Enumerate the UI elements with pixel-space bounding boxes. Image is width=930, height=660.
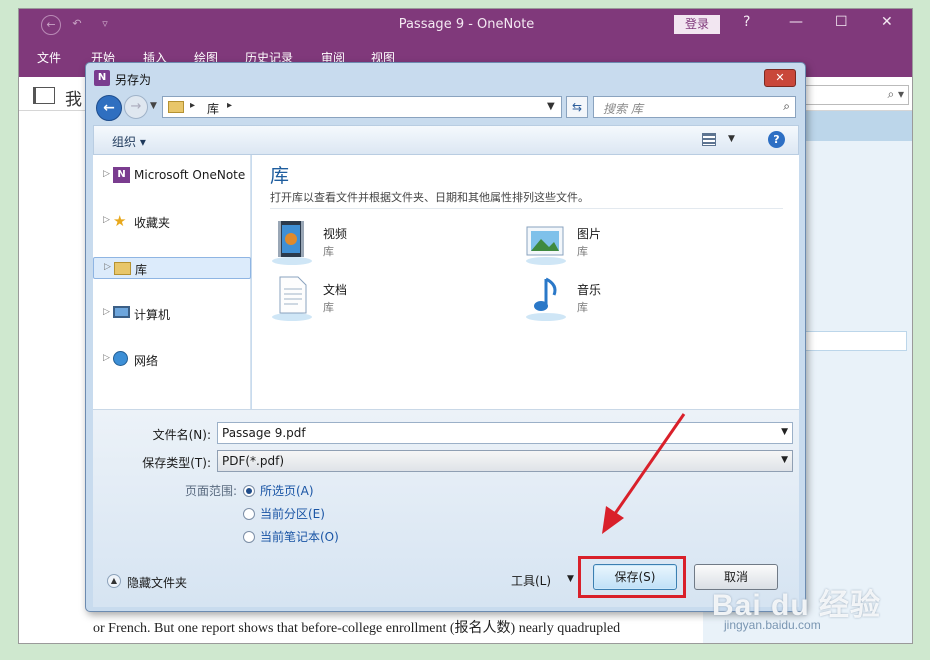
radio-current-section[interactable] bbox=[243, 508, 255, 520]
change-view-icon[interactable] bbox=[702, 133, 716, 146]
baidu-watermark: Bai du 经验 jingyan.baidu.com bbox=[712, 580, 881, 632]
documents-library-icon bbox=[272, 276, 312, 321]
filetype-value: PDF(*.pdf) bbox=[222, 454, 285, 468]
library-item-name: 图片 bbox=[577, 227, 602, 241]
address-bar[interactable]: ▸ 库 ▸ ▼ bbox=[162, 96, 562, 118]
chevron-down-icon[interactable]: ▼ bbox=[567, 574, 574, 584]
collapse-up-icon[interactable]: ▲ bbox=[107, 574, 121, 588]
search-icon[interactable]: ⌕ ▾ bbox=[887, 87, 904, 102]
expand-arrow-icon[interactable]: ▷ bbox=[103, 215, 110, 225]
page-title-field[interactable] bbox=[803, 331, 907, 351]
radio-label[interactable]: 当前分区(E) bbox=[260, 505, 325, 522]
search-input[interactable]: 搜索 库 ⌕ bbox=[593, 96, 796, 118]
hide-folders-toggle[interactable]: 隐藏文件夹 bbox=[127, 574, 187, 591]
library-item-videos[interactable]: 视频 库 bbox=[270, 219, 470, 269]
nav-item-computer[interactable]: ▷ 计算机 bbox=[93, 303, 251, 325]
onenote-titlebar: ← ↶ ▿ Passage 9 - OneNote 登录 ? — ☐ ✕ bbox=[19, 9, 912, 41]
expand-arrow-icon[interactable]: ▷ bbox=[103, 169, 110, 179]
nav-item-network[interactable]: ▷ 网络 bbox=[93, 349, 251, 371]
nav-item-label: 网络 bbox=[134, 354, 159, 368]
nav-item-label: 计算机 bbox=[134, 308, 171, 322]
ribbon-display-icon[interactable]: ? bbox=[743, 14, 750, 30]
radio-label[interactable]: 当前笔记本(O) bbox=[260, 528, 339, 545]
annotation-arrow bbox=[602, 413, 686, 534]
radio-selected-pages[interactable] bbox=[243, 485, 255, 497]
library-item-pictures[interactable]: 图片 库 bbox=[524, 219, 724, 269]
chevron-right-icon[interactable]: ▸ bbox=[227, 100, 232, 111]
dialog-title: 另存为 bbox=[115, 73, 152, 87]
library-item-documents[interactable]: 文档 库 bbox=[270, 275, 470, 325]
nav-item-favorites[interactable]: ▷ ★ 收藏夹 bbox=[93, 211, 251, 233]
filetype-select[interactable]: PDF(*.pdf) ▼ bbox=[217, 450, 793, 472]
library-description: 打开库以查看文件并根据文件夹、日期和其他属性排列这些文件。 bbox=[270, 191, 589, 204]
music-library-icon bbox=[526, 277, 566, 321]
pictures-library-icon bbox=[526, 226, 566, 265]
expand-arrow-icon[interactable]: ▷ bbox=[103, 307, 110, 317]
dialog-close-button[interactable]: ✕ bbox=[764, 69, 796, 87]
library-item-type: 库 bbox=[323, 245, 334, 258]
file-list-pane: 库 打开库以查看文件并根据文件夹、日期和其他属性排列这些文件。 视频 库 图片 bbox=[252, 155, 799, 409]
nav-item-label: 库 bbox=[135, 263, 148, 277]
library-item-name: 文档 bbox=[323, 283, 348, 297]
watermark-url: jingyan.baidu.com bbox=[724, 618, 821, 632]
refresh-button[interactable]: ⇆ bbox=[566, 96, 588, 118]
annotation-highlight-box bbox=[578, 556, 686, 598]
library-item-type: 库 bbox=[577, 245, 588, 258]
help-icon[interactable]: ? bbox=[768, 131, 785, 148]
nav-item-label: 收藏夹 bbox=[134, 216, 171, 230]
organize-button[interactable]: 组织 ▾ bbox=[112, 133, 146, 150]
search-icon[interactable]: ⌕ bbox=[783, 99, 790, 114]
dialog-toolbar: 组织 ▾ ▼ ? bbox=[93, 125, 799, 155]
star-icon: ★ bbox=[113, 212, 127, 230]
expand-arrow-icon[interactable]: ▷ bbox=[104, 262, 111, 272]
library-item-music[interactable]: 音乐 库 bbox=[524, 275, 724, 325]
minimize-icon[interactable]: — bbox=[789, 14, 803, 30]
computer-icon bbox=[113, 306, 130, 318]
onenote-app-icon: N bbox=[94, 70, 110, 86]
tab-file[interactable]: 文件 bbox=[37, 49, 61, 66]
library-folder-icon bbox=[168, 101, 184, 113]
forward-arrow-icon[interactable]: → bbox=[124, 95, 148, 119]
library-icon bbox=[114, 262, 131, 275]
note-body-text: or French. But one report shows that bef… bbox=[93, 621, 621, 636]
filetype-label: 保存类型(T): bbox=[142, 456, 211, 470]
divider bbox=[270, 208, 783, 209]
network-icon bbox=[113, 351, 128, 366]
chevron-right-icon[interactable]: ▸ bbox=[190, 100, 195, 111]
chevron-down-icon[interactable]: ▼ bbox=[781, 455, 788, 465]
maximize-icon[interactable]: ☐ bbox=[835, 14, 848, 30]
filename-label: 文件名(N): bbox=[152, 428, 211, 442]
expand-arrow-icon[interactable]: ▷ bbox=[103, 353, 110, 363]
library-item-name: 视频 bbox=[323, 227, 348, 241]
nav-item-label: Microsoft OneNote bbox=[134, 168, 246, 182]
notebook-label[interactable]: 我 bbox=[65, 85, 82, 110]
chevron-down-icon[interactable]: ▼ bbox=[781, 427, 788, 437]
library-item-type: 库 bbox=[323, 301, 334, 314]
view-dropdown-icon[interactable]: ▼ bbox=[728, 134, 735, 144]
library-item-name: 音乐 bbox=[577, 283, 602, 297]
nav-item-onenote[interactable]: ▷ N Microsoft OneNote bbox=[93, 165, 251, 187]
login-button[interactable]: 登录 bbox=[674, 15, 720, 34]
library-item-type: 库 bbox=[577, 301, 588, 314]
navigation-pane: ▷ N Microsoft OneNote ▷ ★ 收藏夹 ▷ 库 ▷ 计算机 … bbox=[93, 155, 251, 409]
onenote-search-input[interactable]: ⌕ ▾ bbox=[805, 85, 909, 105]
video-library-icon bbox=[272, 221, 312, 265]
notebook-icon[interactable] bbox=[33, 87, 55, 104]
address-dropdown-icon[interactable]: ▼ bbox=[547, 101, 555, 112]
filename-input[interactable]: Passage 9.pdf ▼ bbox=[217, 422, 793, 444]
close-icon[interactable]: ✕ bbox=[881, 14, 893, 30]
page-range-label: 页面范围: bbox=[185, 484, 238, 498]
address-segment[interactable]: 库 bbox=[207, 100, 219, 117]
library-heading: 库 bbox=[270, 165, 290, 187]
nav-item-libraries[interactable]: ▷ 库 bbox=[93, 257, 251, 279]
window-title: Passage 9 - OneNote bbox=[398, 17, 535, 32]
search-placeholder: 搜索 库 bbox=[603, 102, 643, 116]
recent-pages-dropdown-icon[interactable]: ▼ bbox=[150, 101, 157, 111]
radio-label[interactable]: 所选页(A) bbox=[260, 482, 314, 499]
back-arrow-icon[interactable]: ← bbox=[96, 95, 122, 121]
filename-value[interactable]: Passage 9.pdf bbox=[222, 426, 306, 440]
radio-current-notebook[interactable] bbox=[243, 531, 255, 543]
onenote-icon: N bbox=[113, 167, 130, 183]
tools-menu[interactable]: 工具(L) bbox=[511, 572, 551, 589]
